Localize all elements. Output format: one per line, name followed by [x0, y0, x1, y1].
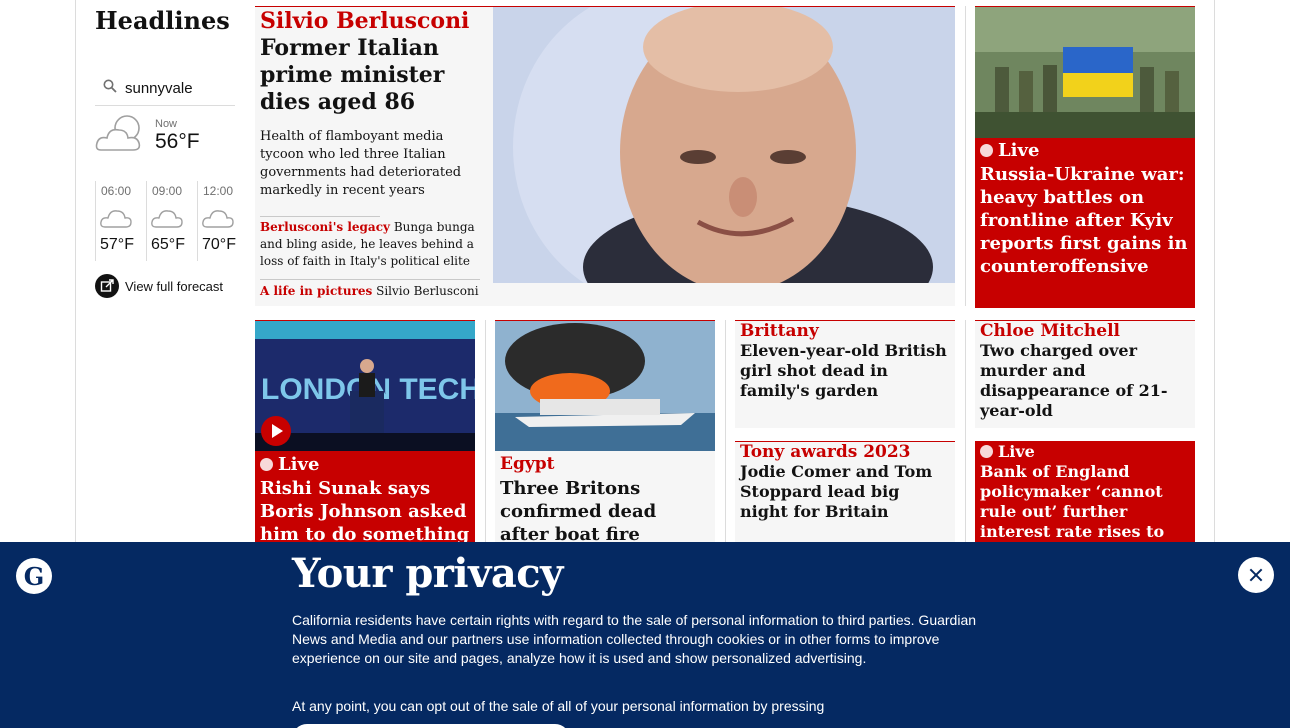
section-title: Headlines	[95, 6, 230, 35]
guardian-logo: G	[16, 558, 52, 594]
tony-headline[interactable]: Jodie Comer and Tom Stoppard lead big ni…	[740, 462, 952, 522]
live-dot-icon	[260, 458, 273, 471]
live-badge: Live	[980, 442, 1035, 461]
privacy-body-optout: At any point, you can opt out of the sal…	[292, 698, 825, 714]
lead-headline[interactable]: Former Italian prime minister dies aged …	[260, 35, 488, 116]
live-badge: Live	[980, 140, 1039, 161]
cloud-icon	[202, 210, 234, 228]
related-kicker: Berlusconi's legacy	[260, 220, 390, 234]
search-icon	[103, 79, 117, 93]
privacy-body: California residents have certain rights…	[292, 612, 977, 666]
privacy-title: Your privacy	[292, 550, 563, 597]
live-label: Live	[998, 140, 1040, 161]
view-full-forecast-label: View full forecast	[125, 278, 224, 294]
privacy-action-button[interactable]	[292, 724, 570, 728]
forecast-slot: 06:00 57°F	[95, 181, 147, 261]
lead-kicker[interactable]: Silvio Berlusconi	[260, 8, 469, 34]
brittany-kicker: Brittany	[740, 321, 819, 341]
now-label: Now	[155, 118, 178, 130]
now-temperature: 56°F	[155, 130, 200, 153]
live-dot-icon	[980, 445, 993, 458]
lead-story-image[interactable]	[493, 7, 955, 283]
divider	[260, 216, 380, 217]
forecast-temp: 57°F	[100, 236, 134, 253]
cloud-icon	[100, 210, 132, 228]
location-input[interactable]	[125, 76, 233, 100]
cloud-icon	[95, 115, 141, 151]
tony-kicker: Tony awards 2023	[740, 442, 911, 462]
live-label: Live	[278, 454, 320, 475]
brittany-headline[interactable]: Eleven-year-old British girl shot dead i…	[740, 341, 952, 401]
current-weather: Now 56°F	[95, 110, 235, 170]
chloe-kicker: Chloe Mitchell	[980, 321, 1120, 341]
related-kicker: A life in pictures	[260, 284, 373, 298]
live-dot-icon	[980, 144, 993, 157]
soldiers-flag-illustration	[975, 7, 1195, 138]
column-divider	[725, 320, 726, 542]
related-link-legacy[interactable]: Berlusconi's legacy Bunga bunga and blin…	[260, 219, 485, 270]
ukraine-story-image[interactable]	[975, 7, 1195, 138]
guardian-logo-letter: G	[23, 562, 45, 591]
portrait-illustration	[493, 7, 955, 283]
live-label: Live	[998, 442, 1035, 461]
forecast-slot: 09:00 65°F	[146, 181, 198, 261]
forecast-temp: 65°F	[151, 236, 185, 253]
egypt-kicker: Egypt	[500, 454, 555, 474]
related-link-pictures[interactable]: A life in pictures Silvio Berlusconi	[260, 283, 490, 299]
view-full-forecast-link[interactable]: View full forecast	[95, 274, 223, 298]
play-icon[interactable]	[261, 416, 291, 446]
column-divider	[485, 320, 486, 542]
lead-standfirst: Health of flamboyant media tycoon who le…	[260, 129, 462, 198]
weather-location-search[interactable]	[95, 74, 235, 106]
live-badge: Live	[260, 454, 319, 475]
related-text: Silvio Berlusconi	[376, 284, 479, 298]
close-icon[interactable]	[1238, 557, 1274, 593]
boat-fire-illustration	[495, 321, 715, 451]
forecast-slot: 12:00 70°F	[197, 181, 249, 261]
forecast-time: 06:00	[101, 184, 132, 198]
ukraine-headline[interactable]: Russia-Ukraine war: heavy battles on fro…	[980, 163, 1190, 278]
external-link-icon	[95, 274, 119, 298]
cloud-icon	[151, 210, 183, 228]
forecast-time: 09:00	[152, 184, 183, 198]
egypt-story-image[interactable]	[495, 321, 715, 451]
forecast-temp: 70°F	[202, 236, 236, 253]
egypt-headline[interactable]: Three Britons confirmed dead after boat …	[500, 477, 710, 546]
column-divider	[965, 6, 966, 306]
column-divider	[965, 320, 966, 542]
chloe-headline[interactable]: Two charged over murder and disappearanc…	[980, 341, 1192, 421]
divider	[260, 279, 480, 280]
forecast-time: 12:00	[203, 184, 234, 198]
